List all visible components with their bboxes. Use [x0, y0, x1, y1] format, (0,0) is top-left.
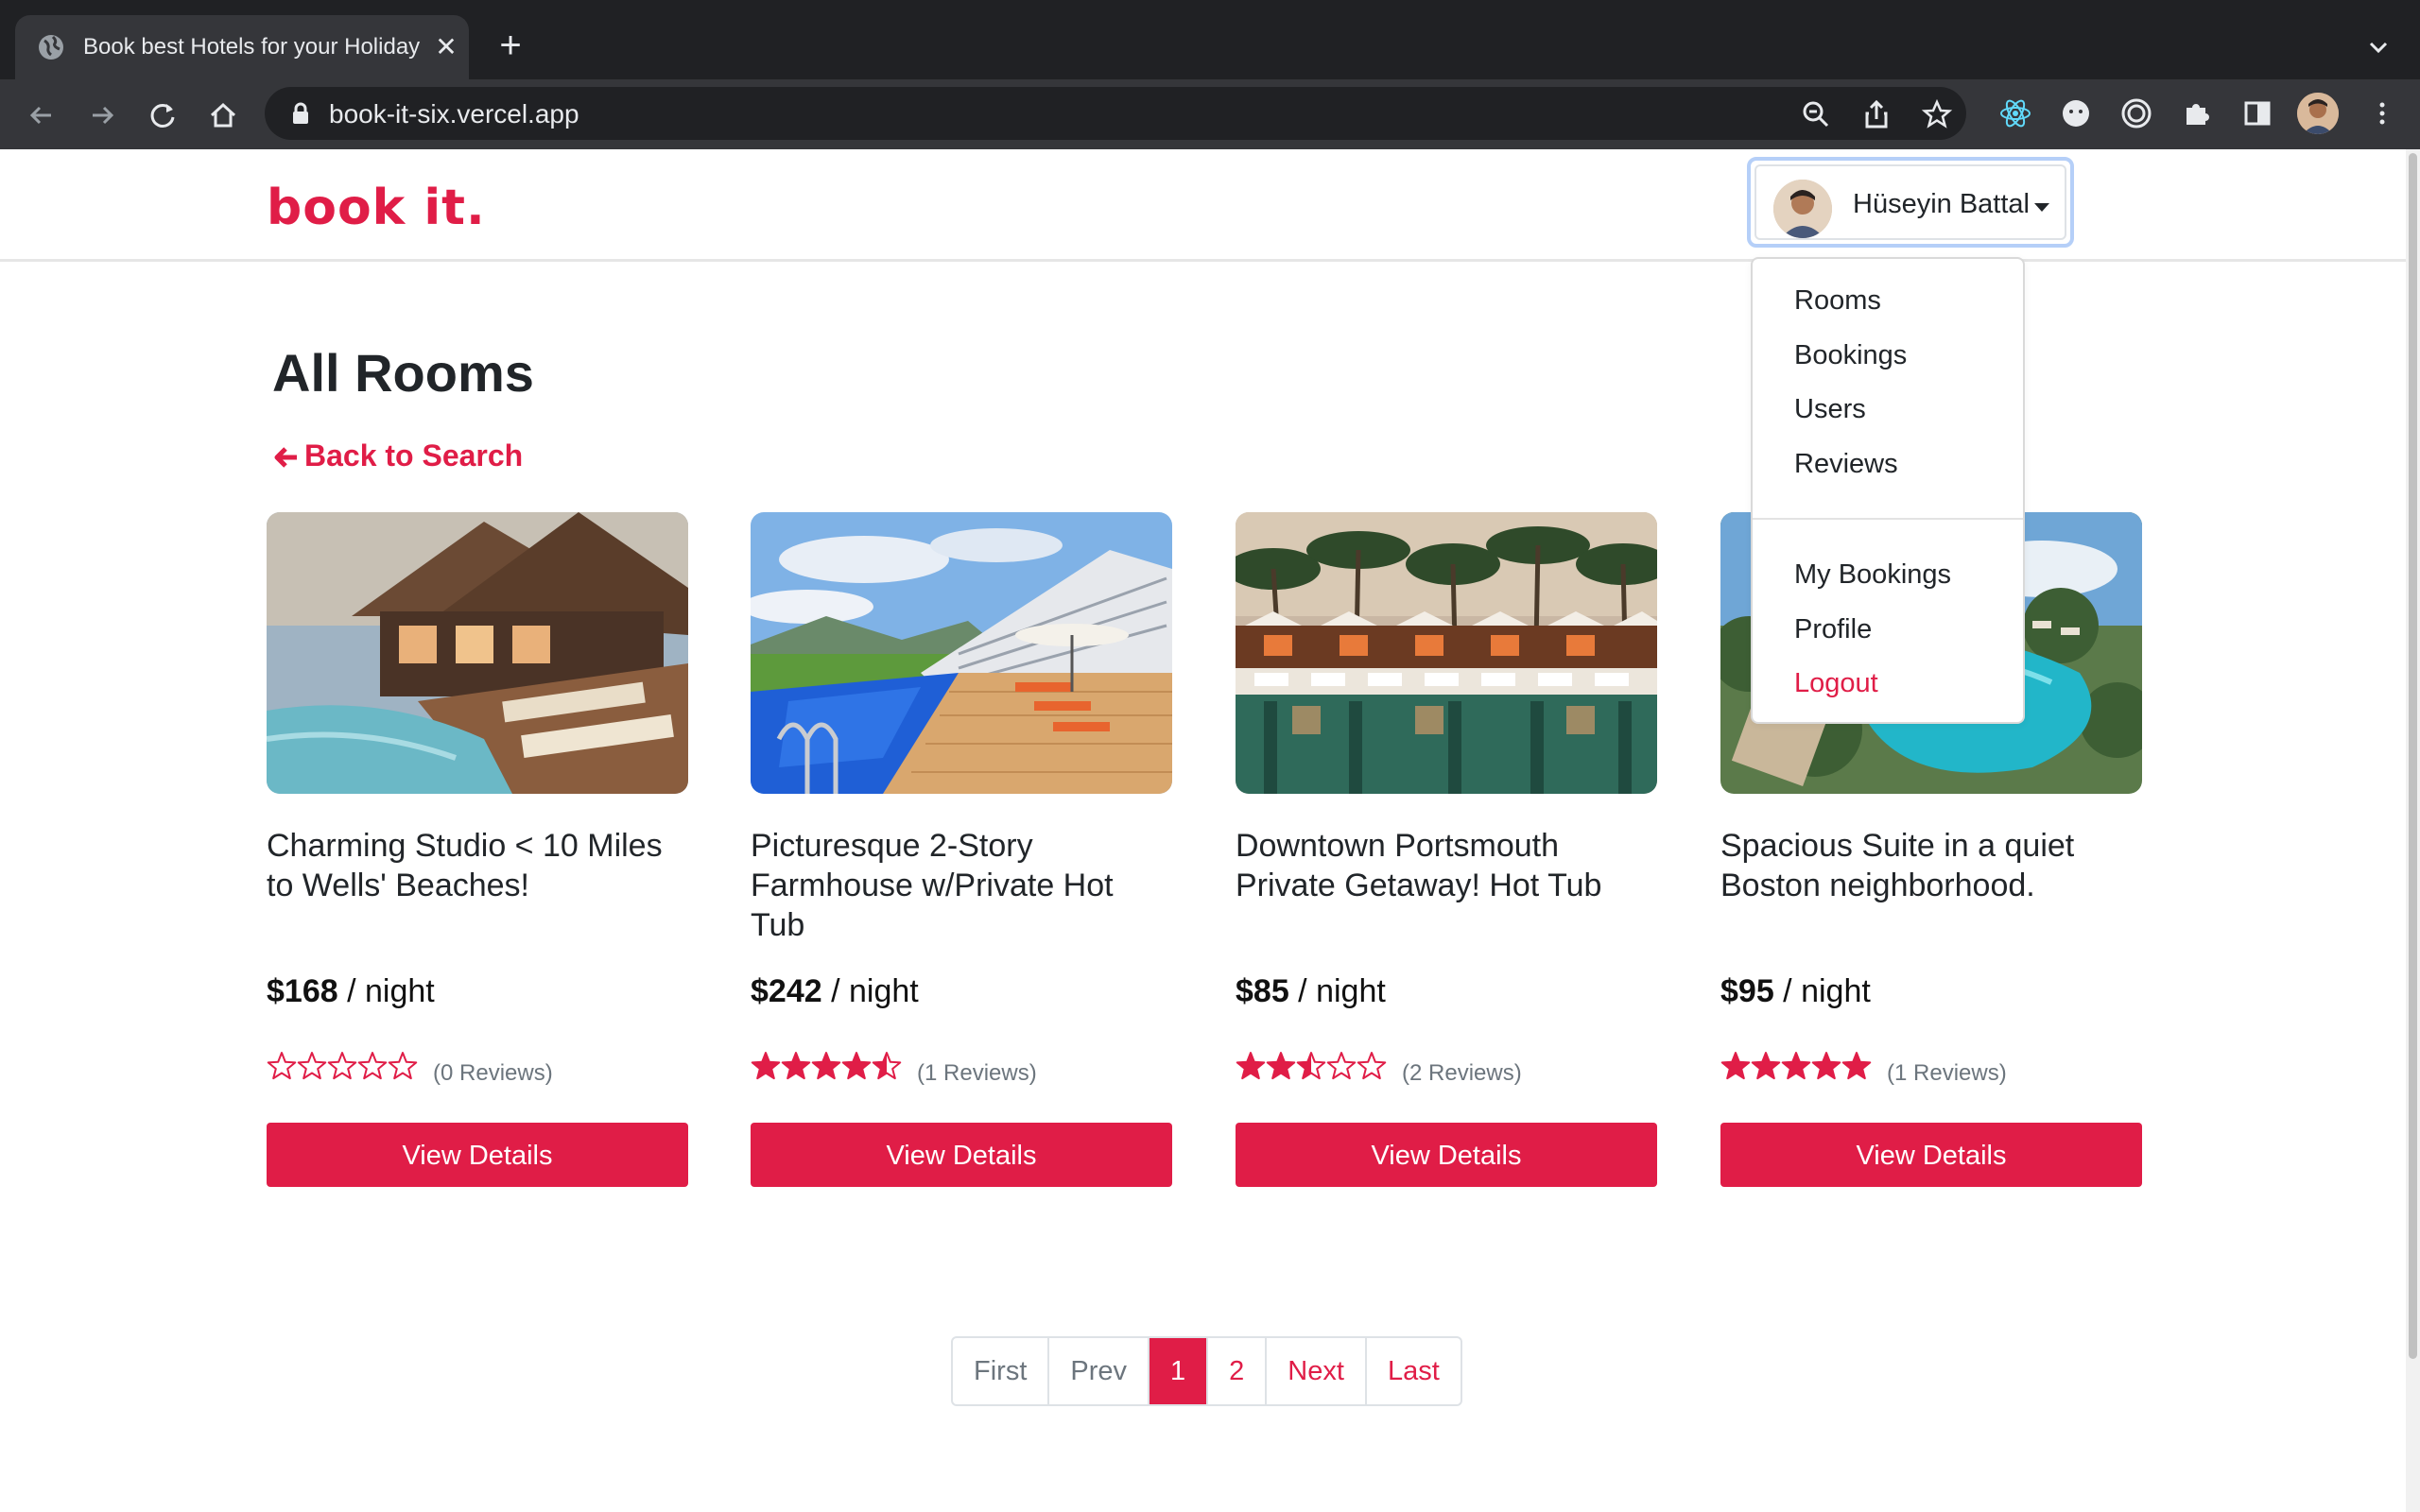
- browser-tab[interactable]: Book best Hotels for your Holiday ✕: [15, 15, 469, 79]
- room-image[interactable]: [267, 512, 688, 794]
- close-tab-icon[interactable]: ✕: [433, 34, 459, 60]
- site-navbar: book it. Hüseyin Battal: [0, 149, 2406, 262]
- star-icon: [267, 1052, 297, 1080]
- room-name[interactable]: Picturesque 2-Story Farmhouse w/Private …: [751, 826, 1172, 945]
- logo[interactable]: book it.: [267, 181, 486, 234]
- room-price: $85 / night: [1236, 973, 1386, 1010]
- room-price: $95 / night: [1720, 973, 1871, 1010]
- price-amount: $85: [1236, 973, 1289, 1009]
- star-icon: [297, 1052, 327, 1080]
- room-price: $242 / night: [751, 973, 919, 1010]
- user-menu-button[interactable]: Hüseyin Battal: [1747, 157, 2074, 248]
- star-rating: [751, 1052, 902, 1080]
- price-unit: / night: [821, 973, 919, 1009]
- star-icon: [1326, 1052, 1357, 1080]
- view-details-button[interactable]: View Details: [267, 1123, 688, 1187]
- page-scrollbar[interactable]: [2406, 149, 2420, 1512]
- view-details-button[interactable]: View Details: [751, 1123, 1172, 1187]
- room-name[interactable]: Downtown Portsmouth Private Getaway! Hot…: [1236, 826, 1657, 905]
- globe-icon: [39, 35, 63, 60]
- price-amount: $168: [267, 973, 338, 1009]
- room-price: $168 / night: [267, 973, 435, 1010]
- home-icon[interactable]: [204, 96, 242, 134]
- tab-search-chevron-icon[interactable]: [2360, 28, 2397, 66]
- star-rating: [1720, 1052, 1872, 1080]
- star-icon: [357, 1052, 388, 1080]
- page-last[interactable]: Last: [1367, 1338, 1461, 1404]
- price-unit: / night: [1288, 973, 1386, 1009]
- profile-avatar[interactable]: [2297, 93, 2339, 134]
- room-card: Downtown Portsmouth Private Getaway! Hot…: [1236, 512, 1657, 1193]
- room-card: Charming Studio < 10 Miles to Wells' Bea…: [267, 512, 688, 1193]
- lock-icon[interactable]: [287, 100, 314, 127]
- user-name: Hüseyin Battal: [1853, 189, 2030, 219]
- room-image[interactable]: [1236, 512, 1657, 794]
- tab-title: Book best Hotels for your Holiday: [83, 34, 421, 60]
- scrollbar-thumb[interactable]: [2409, 153, 2417, 1359]
- new-tab-icon[interactable]: +: [492, 26, 529, 64]
- side-panel-icon[interactable]: [2238, 94, 2276, 132]
- star-rating: [1236, 1052, 1387, 1080]
- arrow-left-icon: [274, 447, 297, 468]
- room-name[interactable]: Spacious Suite in a quiet Boston neighbo…: [1720, 826, 2142, 905]
- page-title: All Rooms: [272, 343, 534, 403]
- price-unit: / night: [337, 973, 435, 1009]
- menu-item-bookings[interactable]: Bookings: [1794, 340, 1907, 371]
- star-icon: [1357, 1052, 1387, 1080]
- page-prev[interactable]: Prev: [1049, 1338, 1150, 1404]
- back-arrow-icon[interactable]: [23, 96, 60, 134]
- browser-tab-strip: Book best Hotels for your Holiday ✕ +: [0, 0, 2420, 79]
- room-card: Picturesque 2-Story Farmhouse w/Private …: [751, 512, 1172, 1193]
- back-link-label: Back to Search: [304, 438, 524, 472]
- caret-down-icon: [2034, 203, 2049, 212]
- react-devtools-icon[interactable]: [1996, 94, 2034, 132]
- star-rating: [267, 1052, 418, 1080]
- reload-icon[interactable]: [144, 96, 182, 134]
- menu-item-my-bookings[interactable]: My Bookings: [1794, 559, 1951, 591]
- forward-arrow-icon[interactable]: [83, 96, 121, 134]
- share-icon[interactable]: [1860, 98, 1893, 130]
- price-amount: $95: [1720, 973, 1774, 1009]
- price-unit: / night: [1773, 973, 1871, 1009]
- star-icon: [327, 1052, 357, 1080]
- menu-divider: [1753, 518, 2023, 520]
- menu-item-logout[interactable]: Logout: [1794, 668, 1878, 699]
- bookmark-star-icon[interactable]: [1921, 98, 1953, 130]
- extensions-puzzle-icon[interactable]: [2178, 94, 2216, 132]
- menu-item-users[interactable]: Users: [1794, 394, 1866, 425]
- address-bar[interactable]: book-it-six.vercel.app: [265, 87, 1966, 140]
- review-count: (1 Reviews): [1887, 1060, 2007, 1086]
- menu-item-rooms[interactable]: Rooms: [1794, 285, 1881, 317]
- review-count: (0 Reviews): [433, 1060, 553, 1086]
- zoom-icon[interactable]: [1800, 98, 1832, 130]
- price-amount: $242: [751, 973, 822, 1009]
- menu-item-reviews[interactable]: Reviews: [1794, 449, 1898, 480]
- extension-face-icon[interactable]: [2057, 94, 2095, 132]
- room-name[interactable]: Charming Studio < 10 Miles to Wells' Bea…: [267, 826, 688, 905]
- page-first[interactable]: First: [953, 1338, 1050, 1404]
- room-image[interactable]: [751, 512, 1172, 794]
- star-icon: [388, 1052, 418, 1080]
- review-count: (1 Reviews): [917, 1060, 1037, 1086]
- page-1[interactable]: 1: [1150, 1338, 1209, 1404]
- view-details-button[interactable]: View Details: [1236, 1123, 1657, 1187]
- review-count: (2 Reviews): [1402, 1060, 1522, 1086]
- extension-target-icon[interactable]: [2118, 94, 2155, 132]
- page-2[interactable]: 2: [1208, 1338, 1268, 1404]
- avatar: [1773, 180, 1832, 238]
- user-dropdown-menu: Rooms Bookings Users Reviews My Bookings…: [1751, 257, 2025, 724]
- pagination: First Prev 1 2 Next Last: [951, 1336, 1462, 1406]
- page-next[interactable]: Next: [1267, 1338, 1367, 1404]
- menu-item-profile[interactable]: Profile: [1794, 614, 1872, 645]
- url-text[interactable]: book-it-six.vercel.app: [329, 99, 579, 129]
- view-details-button[interactable]: View Details: [1720, 1123, 2142, 1187]
- chrome-menu-icon[interactable]: [2363, 94, 2401, 132]
